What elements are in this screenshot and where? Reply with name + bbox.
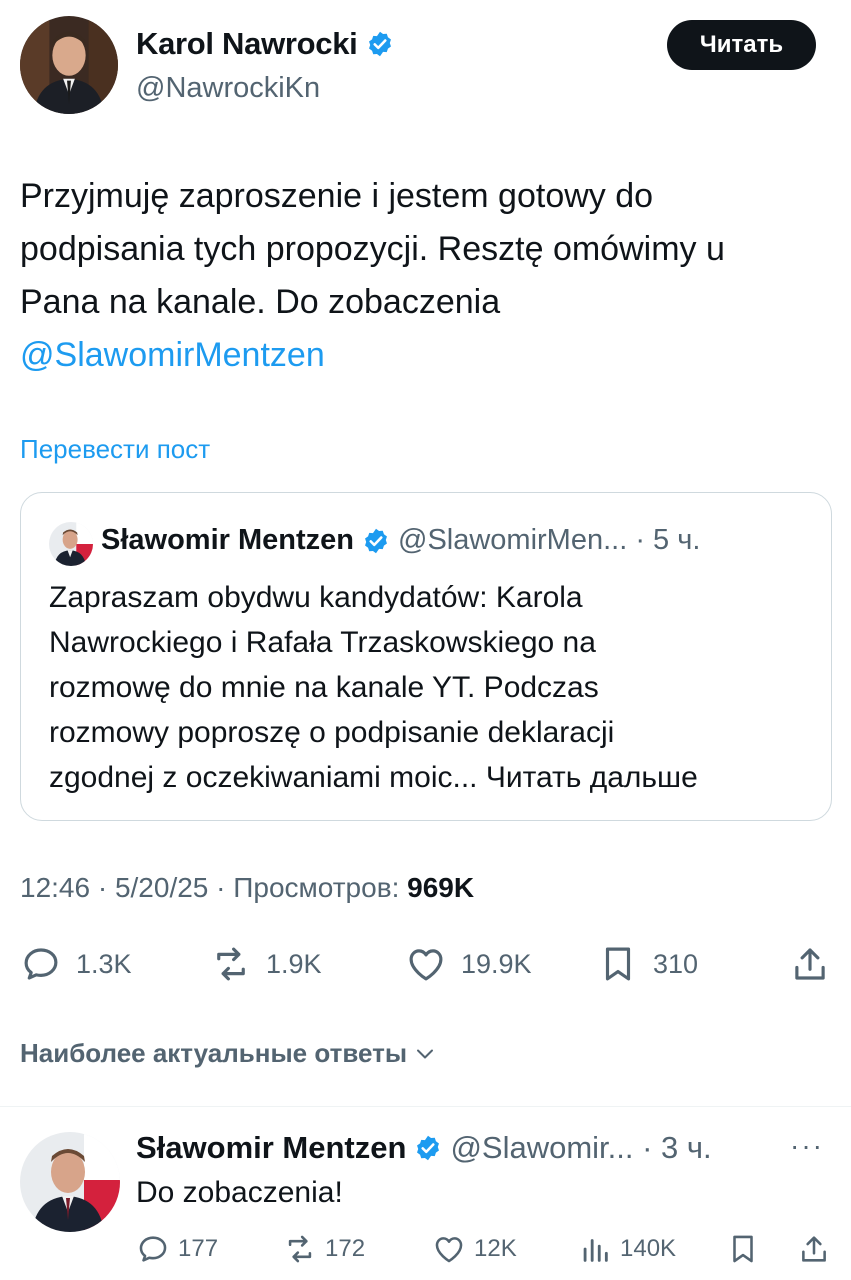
reply-views-button[interactable]: 140K [578,1232,676,1266]
author-name[interactable]: Karol Nawrocki [136,26,394,62]
translate-post-link[interactable]: Перевести пост [20,434,210,465]
like-icon [409,949,443,981]
reply-avatar[interactable] [20,1132,120,1232]
reply-reply-button[interactable]: 177 [136,1232,218,1266]
quote-handle-time: @SlawomirMen... · 5 ч. [398,524,701,556]
quote-line: Nawrockiego i Rafała Trzaskowskiego na [49,626,596,659]
bookmark-icon [605,947,631,981]
views-icon [583,1239,608,1262]
like-button[interactable]: 19.9K [405,943,532,985]
replies-sort-label: Наиболее актуальные ответы [20,1038,408,1068]
repost-count: 1.9K [266,948,322,979]
quote-line: Zapraszam obydwu kandydatów: Karola [49,581,583,614]
reply-author-name[interactable]: Sławomir Mentzen [136,1130,406,1166]
repost-icon [288,1235,312,1263]
share-button[interactable] [789,943,831,985]
divider [0,1106,851,1107]
author-handle[interactable]: @NawrockiKn [136,72,320,105]
reply-like-button[interactable]: 12K [432,1232,517,1266]
verified-icon [366,30,394,58]
reply-header: Sławomir Mentzen @Slawomir... · 3 ч. [136,1130,712,1166]
quote-line: rozmowy poproszę o podpisanie deklaracji [49,716,615,749]
reply-repost-count: 172 [325,1235,366,1262]
reply-button[interactable]: 1.3K [20,943,132,985]
reply-icon [24,948,58,980]
reply-repost-button[interactable]: 172 [283,1232,365,1266]
like-count: 19.9K [461,948,532,979]
verified-icon [414,1134,442,1162]
follow-button[interactable]: Читать [667,20,816,70]
views-count[interactable]: 969K [407,872,474,903]
author-name-text: Karol Nawrocki [136,26,358,61]
chevron-down-icon [417,1049,434,1058]
more-icon[interactable]: ··· [790,1130,824,1162]
reply-text: Do zobaczenia! [136,1176,343,1209]
reply-icon [139,1236,167,1262]
repost-icon [217,947,245,981]
tweet-line: podpisania tych propozycji. Resztę omówi… [20,230,725,268]
like-icon [435,1237,463,1263]
quoted-tweet[interactable]: Sławomir Mentzen @SlawomirMen... · 5 ч. … [20,492,832,821]
tweet-meta: 12:46 · 5/20/25 · Просмотров: 969K [20,872,474,904]
quote-text: Zapraszam obydwu kandydatów: Karola Nawr… [49,575,819,800]
bookmark-icon [733,1235,753,1263]
reply-handle-time: @Slawomir... · 3 ч. [450,1130,712,1165]
replies-sort-dropdown[interactable]: Наиболее актуальные ответы [20,1038,437,1069]
quote-header: Sławomir Mentzen @SlawomirMen... · 5 ч. [101,524,700,557]
quote-line: zgodnej z oczekiwaniami moic... Читать д… [49,761,698,794]
reply-bookmark-button[interactable] [726,1232,760,1266]
quote-line: rozmowę do mnie na kanale YT. Podczas [49,671,599,704]
bookmark-button[interactable]: 310 [597,943,698,985]
verified-icon [362,527,390,555]
reply-count: 1.3K [76,948,132,979]
tweet-line: Przyjmuję zaproszenie i jestem gotowy do [20,177,654,215]
tweet-line: Pana na kanale. Do zobaczenia [20,283,501,321]
reply-share-button[interactable] [797,1232,831,1266]
share-icon [795,948,825,980]
timestamp-views-label: 12:46 · 5/20/25 · Просмотров: [20,872,400,903]
reply-views-count: 140K [620,1235,677,1262]
tweet-text: Przyjmuję zaproszenie i jestem gotowy do… [20,170,835,382]
quote-author-name: Sławomir Mentzen [101,524,354,556]
bookmark-count: 310 [653,948,699,979]
mention-link[interactable]: @SlawomirMentzen [20,329,835,382]
reply-like-count: 12K [474,1235,517,1262]
quote-avatar [49,522,93,566]
author-avatar[interactable] [20,16,118,114]
repost-button[interactable]: 1.9K [210,943,322,985]
reply-reply-count: 177 [178,1235,219,1262]
share-icon [802,1236,826,1262]
